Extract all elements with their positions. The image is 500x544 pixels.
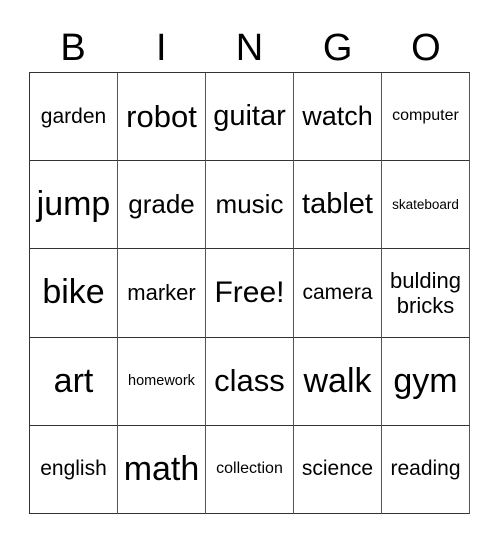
bingo-cell: grade [118,161,206,250]
bingo-card-grid: garden robot guitar watch computer jump … [29,72,470,514]
bingo-cell: collection [206,425,294,514]
bingo-cell: computer [382,73,470,162]
free-space-cell: Free! [206,249,294,338]
bingo-cell: homework [118,337,206,426]
bingo-cell: marker [118,249,206,338]
header-letter-o: O [411,27,441,69]
bingo-cell: math [118,425,206,514]
bingo-cell: class [206,337,294,426]
bingo-cell: walk [294,337,382,426]
bingo-cell: jump [30,161,118,250]
header-letter-b: B [60,27,86,69]
bingo-cell: camera [294,249,382,338]
header-letter-n: N [235,27,264,69]
bingo-cell: robot [118,73,206,162]
bingo-cell: reading [382,425,470,514]
bingo-cell: guitar [206,73,294,162]
bingo-header: B I N G O [29,28,470,68]
bingo-cell: english [30,425,118,514]
bingo-cell: skateboard [382,161,470,250]
bingo-cell: tablet [294,161,382,250]
bingo-cell: gym [382,337,470,426]
bingo-cell: watch [294,73,382,162]
bingo-cell: bulding bricks [382,249,470,338]
bingo-cell: garden [30,73,118,162]
header-letter-i: I [156,27,167,69]
header-letter-g: G [322,27,353,69]
bingo-cell: bike [30,249,118,338]
bingo-cell: science [294,425,382,514]
bingo-cell: music [206,161,294,250]
bingo-cell: art [30,337,118,426]
